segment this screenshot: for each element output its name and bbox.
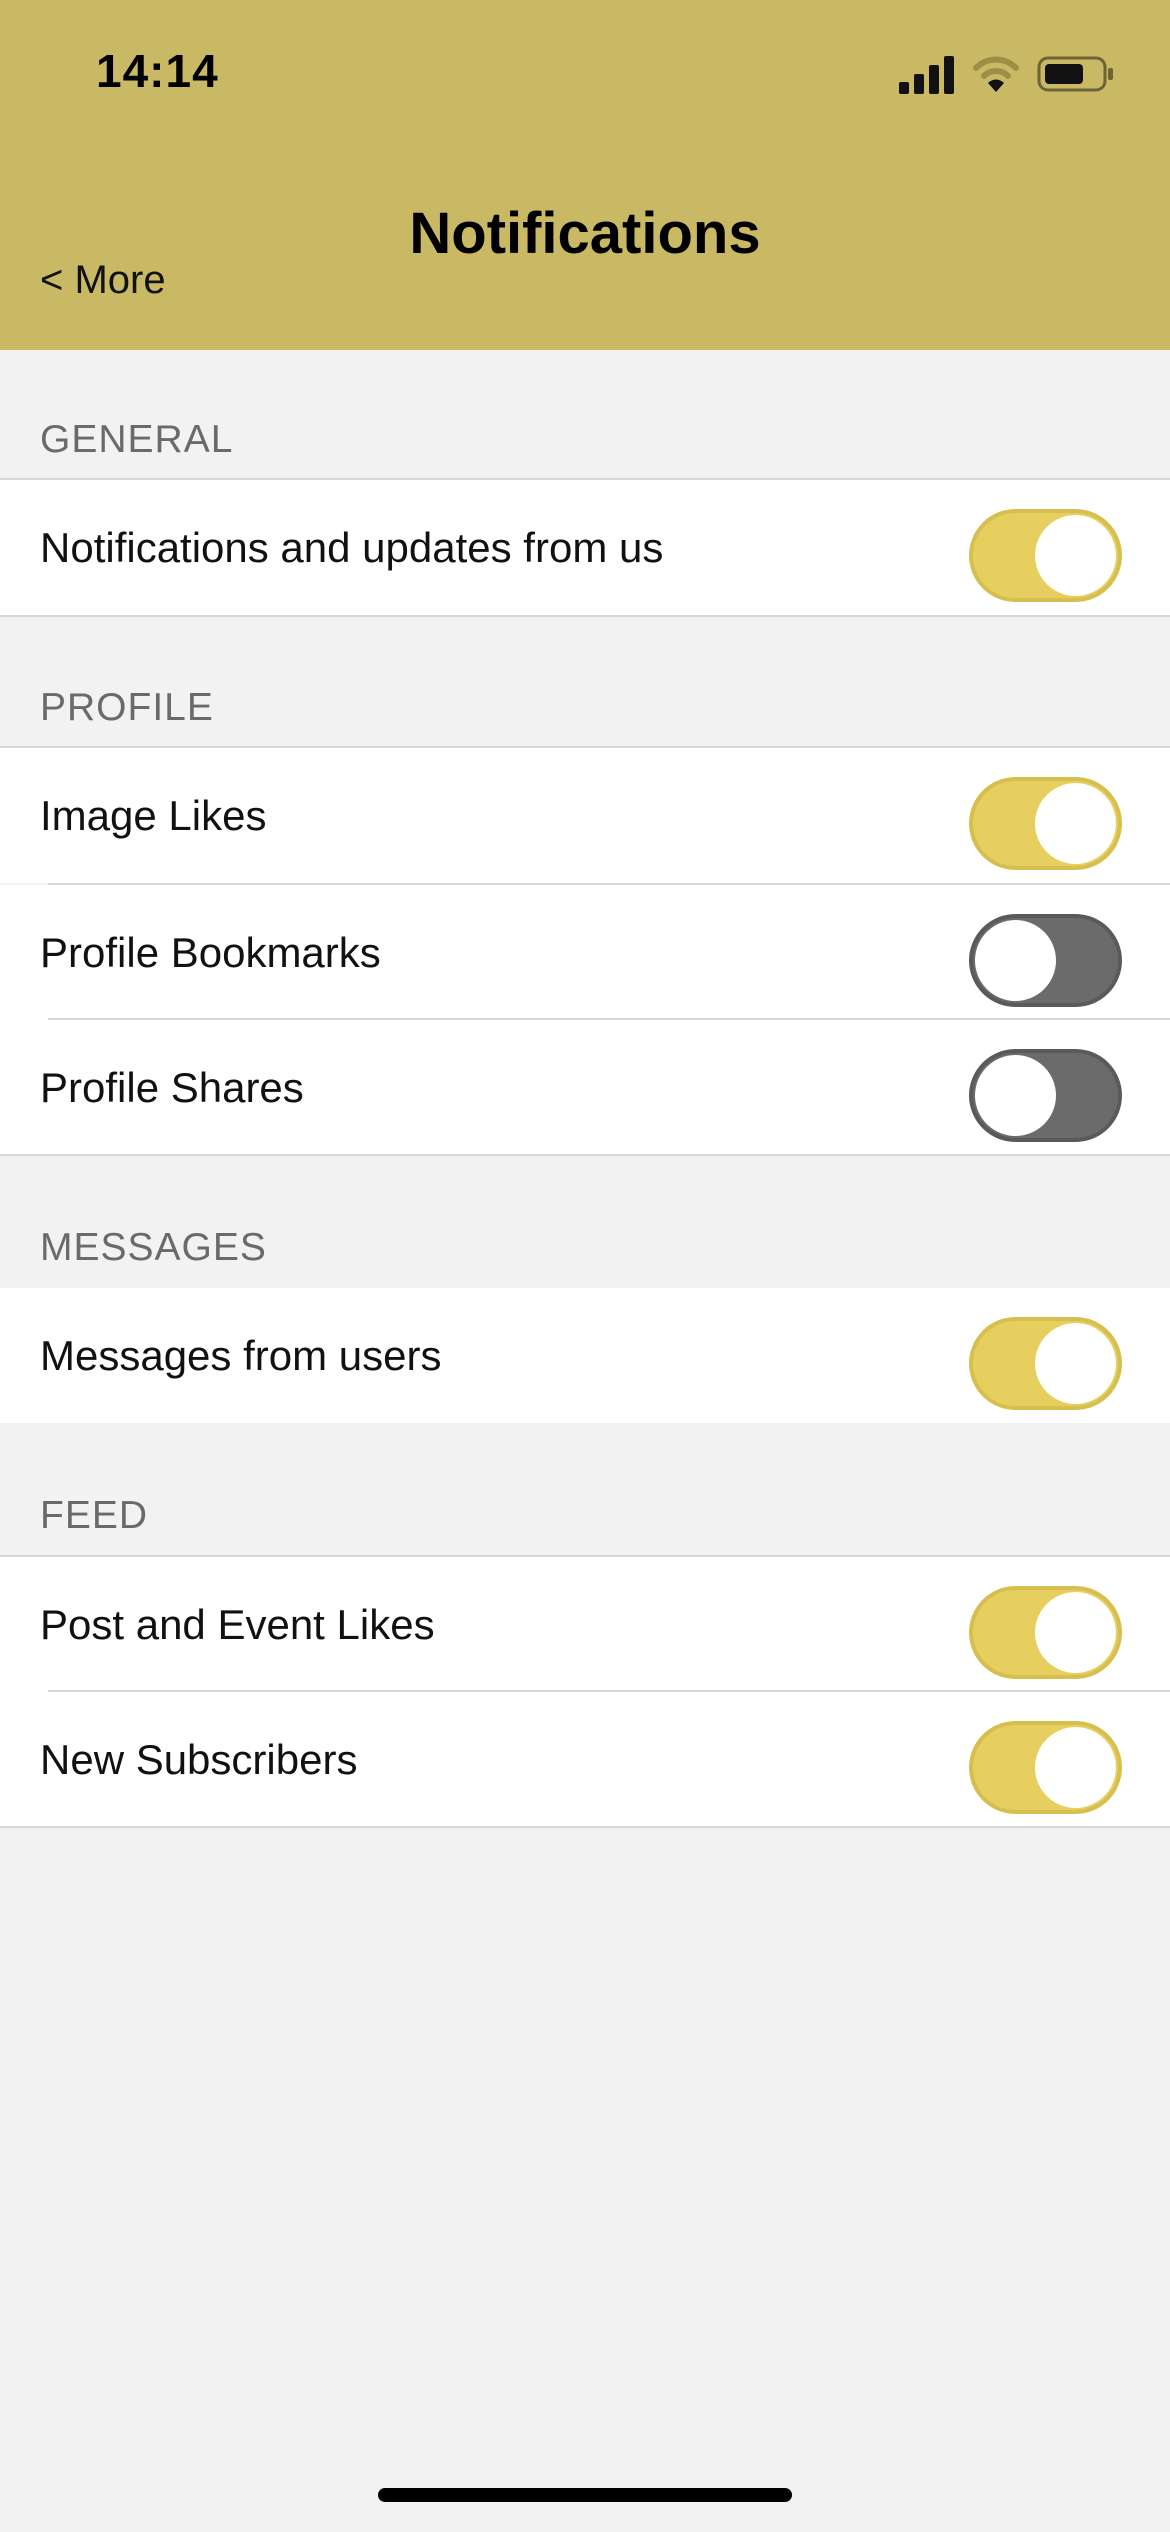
setting-row-notifications-updates[interactable]: Notifications and updates from us	[0, 480, 1170, 615]
section-header-messages: MESSAGES	[40, 1226, 267, 1269]
toggle-knob	[1035, 1727, 1116, 1808]
profile-shares-toggle[interactable]	[969, 1049, 1122, 1142]
page-title: Notifications	[409, 201, 761, 266]
battery-icon	[1037, 56, 1113, 92]
setting-row-new-subscribers[interactable]: New Subscribers	[0, 1692, 1170, 1827]
toggle-knob	[1035, 1592, 1116, 1673]
setting-label: Notifications and updates from us	[40, 524, 664, 571]
divider	[0, 615, 1170, 617]
setting-label: Image Likes	[40, 792, 267, 839]
section-header-general: GENERAL	[40, 418, 234, 461]
setting-label: Messages from users	[40, 1332, 442, 1379]
status-time: 14:14	[96, 45, 219, 97]
setting-row-image-likes[interactable]: Image Likes	[0, 748, 1170, 883]
section-header-feed: FEED	[40, 1494, 149, 1537]
toggle-knob	[1035, 1323, 1116, 1404]
home-indicator[interactable]	[378, 2488, 792, 2502]
notifications-updates-toggle[interactable]	[969, 509, 1122, 602]
wifi-icon	[973, 56, 1019, 92]
navigation-header: 14:14 Notifications < More	[0, 0, 1170, 350]
setting-label: Post and Event Likes	[40, 1601, 435, 1648]
setting-row-post-event-likes[interactable]: Post and Event Likes	[0, 1557, 1170, 1692]
divider	[0, 1154, 1170, 1156]
toggle-knob	[975, 1055, 1056, 1136]
setting-row-profile-bookmarks[interactable]: Profile Bookmarks	[0, 885, 1170, 1020]
setting-label: New Subscribers	[40, 1736, 358, 1783]
section-header-profile: PROFILE	[40, 686, 214, 729]
profile-bookmarks-toggle[interactable]	[969, 914, 1122, 1007]
status-icons	[899, 52, 1115, 96]
image-likes-toggle[interactable]	[969, 777, 1122, 870]
messages-from-users-toggle[interactable]	[969, 1317, 1122, 1410]
back-button[interactable]: < More	[40, 258, 166, 303]
divider	[0, 1826, 1170, 1828]
setting-label: Profile Bookmarks	[40, 929, 381, 976]
new-subscribers-toggle[interactable]	[969, 1721, 1122, 1814]
setting-label: Profile Shares	[40, 1064, 304, 1111]
setting-row-messages-from-users[interactable]: Messages from users	[0, 1288, 1170, 1423]
setting-row-profile-shares[interactable]: Profile Shares	[0, 1020, 1170, 1155]
toggle-knob	[975, 920, 1056, 1001]
toggle-knob	[1035, 783, 1116, 864]
post-event-likes-toggle[interactable]	[969, 1586, 1122, 1679]
toggle-knob	[1035, 515, 1116, 596]
signal-icon	[899, 56, 954, 94]
